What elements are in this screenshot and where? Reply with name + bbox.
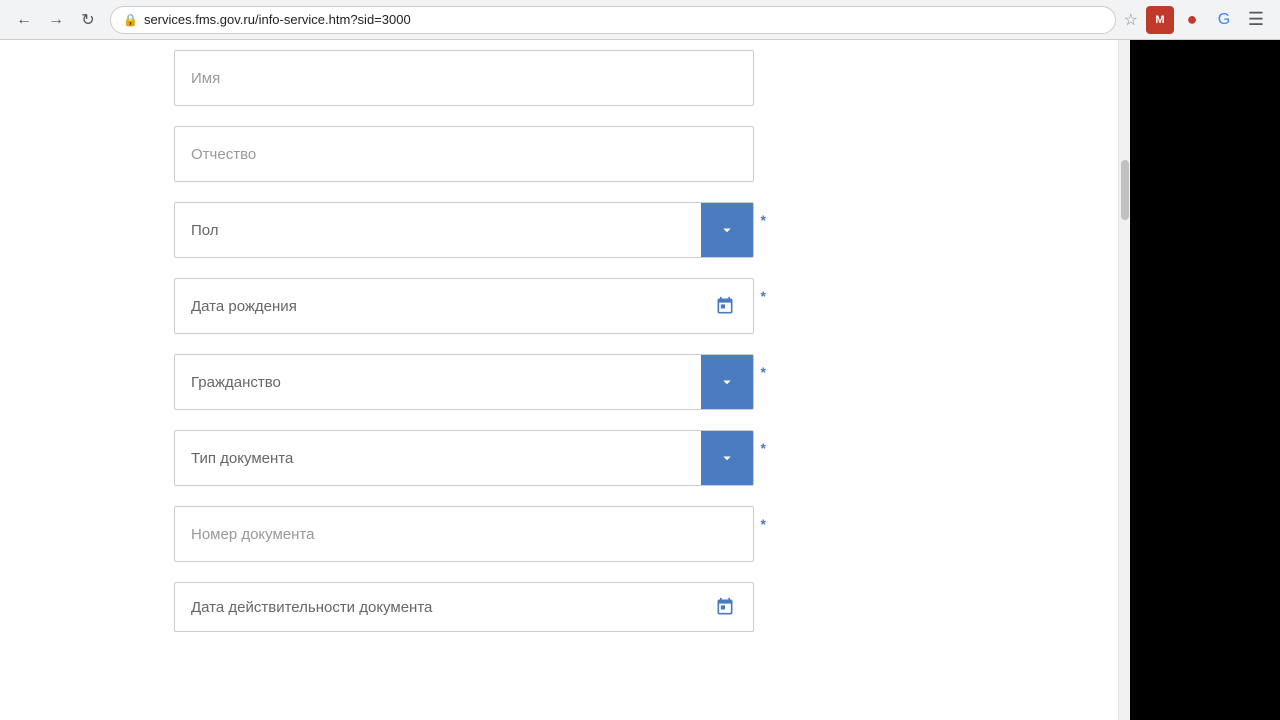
pol-select[interactable]: Пол	[174, 202, 754, 258]
chevron-down-icon-2	[718, 373, 736, 391]
chevron-down-icon-3	[718, 449, 736, 467]
data-deystvitelnosti-label: Дата действительности документа	[175, 599, 705, 616]
grazhdanstvo-field-group: Гражданство *	[174, 354, 754, 410]
tip-dokumenta-dropdown-btn[interactable]	[701, 431, 753, 485]
calendar-icon-2[interactable]	[705, 587, 745, 627]
scrollbar[interactable]	[1118, 40, 1130, 720]
menu-button[interactable]: ☰	[1242, 6, 1270, 34]
data-rozhdeniya-required-mark: *	[761, 288, 766, 304]
back-button[interactable]: ←	[10, 6, 38, 34]
grazhdanstvo-select[interactable]: Гражданство	[174, 354, 754, 410]
content-area: Пол * Дата рождения	[0, 40, 928, 720]
scrollbar-thumb[interactable]	[1121, 160, 1129, 220]
otchestvo-field-group	[174, 126, 754, 182]
data-deystvitelnosti-date[interactable]: Дата действительности документа	[174, 582, 754, 632]
nomer-dokumenta-field-group: *	[174, 506, 754, 562]
lock-icon: 🔒	[123, 13, 138, 27]
browser-action-3[interactable]: G	[1210, 6, 1238, 34]
grazhdanstvo-dropdown-btn[interactable]	[701, 355, 753, 409]
grazhdanstvo-required-mark: *	[761, 364, 766, 380]
pol-field-group: Пол *	[174, 202, 754, 258]
form-container: Пол * Дата рождения	[154, 40, 774, 652]
calendar-svg-2	[715, 597, 735, 617]
right-panel	[928, 40, 1118, 720]
data-rozhdeniya-date[interactable]: Дата рождения	[174, 278, 754, 334]
pol-dropdown-btn[interactable]	[701, 203, 753, 257]
calendar-svg	[715, 296, 735, 316]
calendar-icon[interactable]	[705, 286, 745, 326]
address-bar: 🔒 services.fms.gov.ru/info-service.htm?s…	[110, 6, 1116, 34]
main-area: Пол * Дата рождения	[0, 40, 1280, 720]
nomer-dokumenta-required-mark: *	[761, 516, 766, 532]
data-rozhdeniya-label: Дата рождения	[175, 298, 705, 315]
black-sidebar	[1130, 40, 1280, 720]
browser-action-1[interactable]: M	[1146, 6, 1174, 34]
nomer-dokumenta-input[interactable]	[174, 506, 754, 562]
browser-actions: M ● G ☰	[1146, 6, 1270, 34]
bookmark-button[interactable]: ☆	[1124, 10, 1138, 30]
pol-required-mark: *	[761, 212, 766, 228]
grazhdanstvo-label: Гражданство	[175, 374, 701, 391]
forward-button[interactable]: →	[42, 6, 70, 34]
tip-dokumenta-required-mark: *	[761, 440, 766, 456]
url-text: services.fms.gov.ru/info-service.htm?sid…	[144, 12, 1103, 27]
browser-action-2[interactable]: ●	[1178, 6, 1206, 34]
tip-dokumenta-field-group: Тип документа *	[174, 430, 754, 486]
tip-dokumenta-label: Тип документа	[175, 450, 701, 467]
refresh-button[interactable]: ↻	[74, 6, 102, 34]
imya-field-group	[174, 50, 754, 106]
browser-chrome: ← → ↻ 🔒 services.fms.gov.ru/info-service…	[0, 0, 1280, 40]
data-deystvitelnosti-field-group: Дата действительности документа	[174, 582, 754, 632]
imya-input[interactable]	[174, 50, 754, 106]
chevron-down-icon	[718, 221, 736, 239]
nav-buttons: ← → ↻	[10, 6, 102, 34]
pol-label: Пол	[175, 222, 701, 239]
data-rozhdeniya-field-group: Дата рождения *	[174, 278, 754, 334]
tip-dokumenta-select[interactable]: Тип документа	[174, 430, 754, 486]
otchestvo-input[interactable]	[174, 126, 754, 182]
